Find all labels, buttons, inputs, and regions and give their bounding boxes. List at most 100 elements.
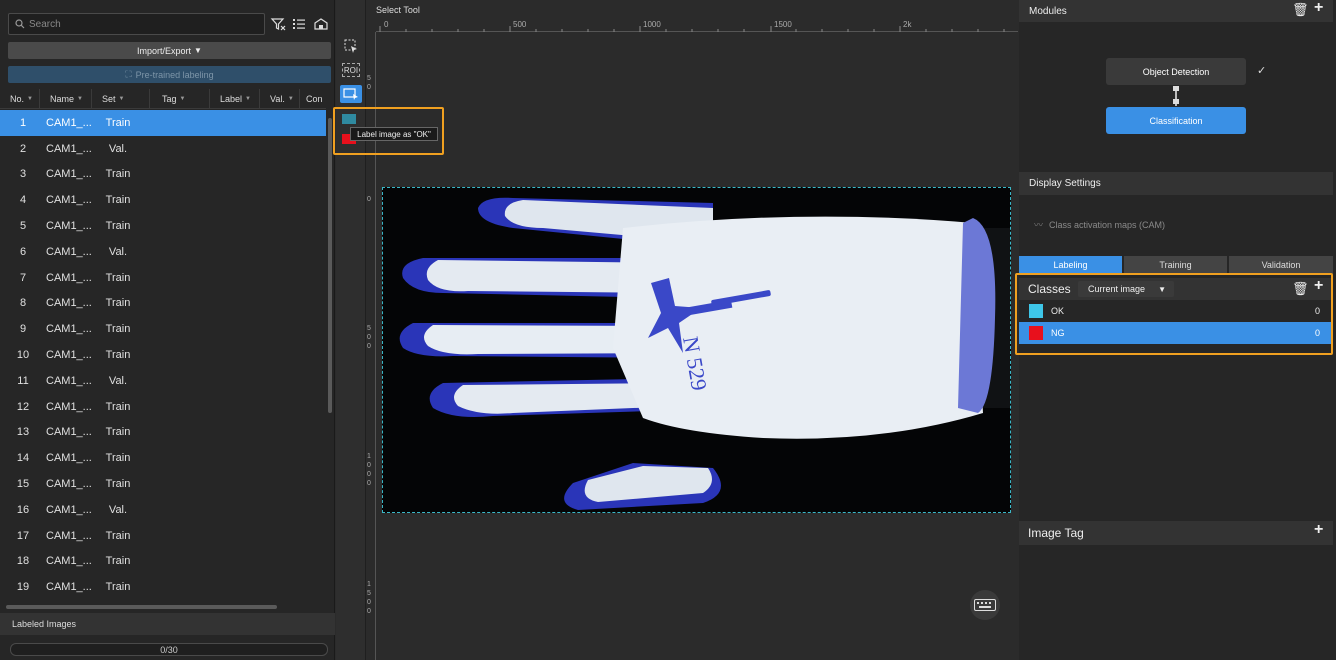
row-name: CAM1_... xyxy=(46,503,92,516)
add-image-tag-icon[interactable]: + xyxy=(1314,521,1323,539)
row-set: Train xyxy=(105,323,131,336)
table-row[interactable]: 17 CAM1_... Train xyxy=(0,523,326,549)
row-number: 8 xyxy=(19,297,27,310)
row-set: Val. xyxy=(108,245,128,258)
table-row[interactable]: 5 CAM1_... Train xyxy=(0,213,326,239)
pretrained-labeling-button[interactable]: ⛶ Pre-trained labeling xyxy=(8,66,331,83)
progress-text: 0/30 xyxy=(160,644,178,655)
row-name: CAM1_... xyxy=(46,220,92,233)
horizontal-scrollbar[interactable] xyxy=(6,605,277,609)
search-icon xyxy=(15,19,25,29)
module-classification[interactable]: Classification xyxy=(1106,107,1246,134)
table-row[interactable]: 10 CAM1_... Train xyxy=(0,342,326,368)
glove-picture: N 529 xyxy=(383,188,1010,512)
row-number: 19 xyxy=(16,581,30,594)
column-set[interactable]: Set ▼ xyxy=(92,89,150,108)
add-module-icon[interactable]: + xyxy=(1314,0,1323,17)
row-name: CAM1_... xyxy=(46,245,92,258)
table-row[interactable]: 7 CAM1_... Train xyxy=(0,265,326,291)
module-classification-label: Classification xyxy=(1149,115,1203,126)
table-row[interactable]: 14 CAM1_... Train xyxy=(0,445,326,471)
cam-toggle[interactable]: 〰 Class activation maps (CAM) xyxy=(1034,218,1165,231)
row-set: Train xyxy=(105,220,131,233)
table-row[interactable]: 8 CAM1_... Train xyxy=(0,291,326,317)
row-number: 18 xyxy=(16,555,30,568)
row-name: CAM1_... xyxy=(46,142,92,155)
table-row[interactable]: 15 CAM1_... Train xyxy=(0,471,326,497)
trash-icon[interactable]: 🗑 xyxy=(1292,2,1309,18)
table-row[interactable]: 9 CAM1_... Train xyxy=(0,316,326,342)
row-set: Train xyxy=(105,452,131,465)
keyboard-shortcuts-button[interactable] xyxy=(970,590,1000,620)
image-tag-title: Image Tag xyxy=(1028,526,1084,540)
row-set: Val. xyxy=(108,142,128,155)
import-export-button[interactable]: Import/Export ▼ xyxy=(8,42,331,59)
column-con[interactable]: Con xyxy=(300,89,326,108)
row-set: Train xyxy=(105,555,131,568)
module-object-detection[interactable]: Object Detection xyxy=(1106,58,1246,85)
roi-label: ROI xyxy=(343,65,359,75)
select-tool-icon[interactable] xyxy=(340,37,362,55)
row-number: 14 xyxy=(16,452,30,465)
row-name: CAM1_... xyxy=(46,400,92,413)
column-name[interactable]: Name ▼ xyxy=(40,89,92,108)
image-tag-header: Image Tag xyxy=(1019,521,1333,545)
table-row[interactable]: 18 CAM1_... Train xyxy=(0,549,326,575)
camera-toggle-icon[interactable] xyxy=(311,14,331,34)
table-row[interactable]: 11 CAM1_... Val. xyxy=(0,368,326,394)
row-name: CAM1_... xyxy=(46,581,92,594)
check-icon: ✓ xyxy=(1257,65,1267,77)
table-row[interactable]: 16 CAM1_... Val. xyxy=(0,497,326,523)
labeled-progress-bar: 0/30 xyxy=(10,643,328,656)
column-val[interactable]: Val. ▼ xyxy=(260,89,300,108)
row-set: Train xyxy=(105,168,131,181)
pretrained-icon: ⛶ xyxy=(125,69,132,79)
table-row[interactable]: 19 CAM1_... Train xyxy=(0,574,326,600)
labeled-images-header: Labeled Images xyxy=(0,613,335,635)
row-number: 1 xyxy=(19,116,27,129)
row-number: 3 xyxy=(19,168,27,181)
pretrained-label: Pre-trained labeling xyxy=(135,69,214,80)
table-row[interactable]: 2 CAM1_... Val. xyxy=(0,136,326,162)
table-row[interactable]: 13 CAM1_... Train xyxy=(0,420,326,446)
row-number: 5 xyxy=(19,220,27,233)
row-name: CAM1_... xyxy=(46,194,92,207)
cam-label: Class activation maps (CAM) xyxy=(1049,219,1166,230)
row-number: 15 xyxy=(16,478,30,491)
search-input[interactable] xyxy=(29,18,249,30)
table-header: No. ▼ Name ▼ Set ▼ Tag ▼ Label ▼ Val. ▼ Con xyxy=(0,89,326,109)
row-number: 10 xyxy=(16,349,30,362)
column-tag[interactable]: Tag ▼ xyxy=(150,89,210,108)
tab-training[interactable]: Training xyxy=(1124,256,1227,274)
row-name: CAM1_... xyxy=(46,323,92,336)
column-no[interactable]: No. ▼ xyxy=(0,89,40,108)
vertical-scrollbar[interactable] xyxy=(328,118,332,413)
table-row[interactable]: 12 CAM1_... Train xyxy=(0,394,326,420)
roi-tool[interactable]: ROI xyxy=(342,63,360,77)
display-settings-title: Display Settings xyxy=(1029,178,1101,189)
row-name: CAM1_... xyxy=(46,297,92,310)
tab-validation[interactable]: Validation xyxy=(1229,256,1333,274)
table-row[interactable]: 1 CAM1_... Train xyxy=(0,110,326,136)
labeled-images-label: Labeled Images xyxy=(12,619,77,629)
table-row[interactable]: 4 CAM1_... Train xyxy=(0,187,326,213)
row-set: Train xyxy=(105,194,131,207)
image-list: 1 CAM1_... Train 2 CAM1_... Val. 3 CAM1_... Trai… xyxy=(0,110,326,600)
modules-title: Modules xyxy=(1029,5,1067,17)
ruler-ticks xyxy=(379,26,1005,32)
row-number: 4 xyxy=(19,194,27,207)
column-label[interactable]: Label ▼ xyxy=(210,89,260,108)
table-row[interactable]: 6 CAM1_... Val. xyxy=(0,239,326,265)
filter-icon[interactable] xyxy=(268,14,288,34)
row-set: Train xyxy=(105,116,131,129)
tab-labeling[interactable]: Labeling xyxy=(1019,256,1122,274)
highlight-box-classes xyxy=(1015,273,1333,355)
rect-label-tool-icon[interactable] xyxy=(340,85,362,103)
search-box[interactable] xyxy=(8,13,265,35)
list-settings-icon[interactable] xyxy=(289,14,309,34)
ruler-horizontal: 0 500 1000 1500 2k xyxy=(376,20,1018,32)
table-row[interactable]: 3 CAM1_... Train xyxy=(0,162,326,188)
ruler-label: 1 0 0 0 xyxy=(367,453,371,487)
ruler-label: 5 0 xyxy=(367,75,371,91)
glove-image[interactable]: N 529 xyxy=(382,187,1011,513)
